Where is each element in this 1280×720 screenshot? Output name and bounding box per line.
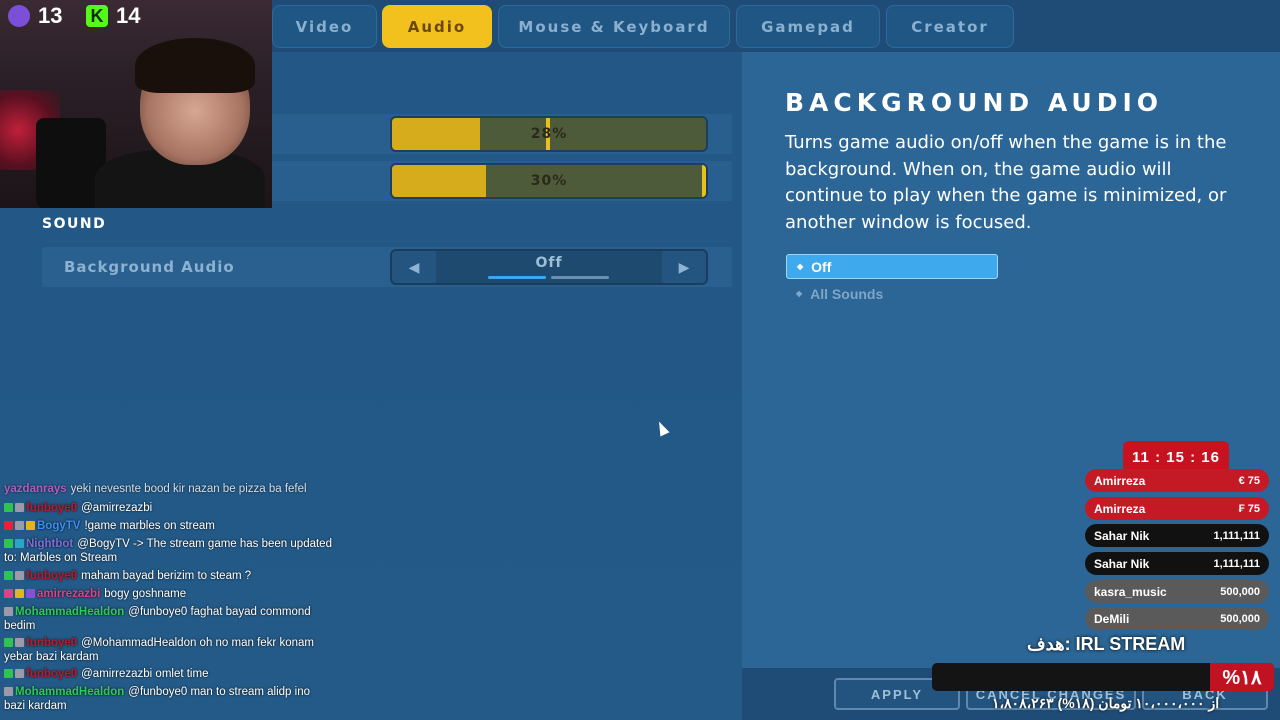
donation-item: Amirreza € 75 [1085, 469, 1269, 492]
chat-message: MohammadHealdon @funboye0 man to stream a… [4, 686, 310, 712]
donation-item: Sahar Nik 1,111,111 [1085, 552, 1269, 575]
description-title: BACKGROUND AUDIO [785, 88, 1164, 117]
diamond-bullet-icon: ◆ [797, 262, 804, 271]
background-audio-value: Off [535, 255, 563, 271]
option-off[interactable]: ◆ Off [786, 254, 998, 279]
webcam-overlay: 13 K 14 [0, 0, 272, 208]
viewer-counter: 13 [8, 3, 63, 28]
tab-creator[interactable]: Creator [886, 5, 1014, 48]
chat-message: MohammadHealdon @funboye0 faghat bayad co… [4, 606, 311, 632]
diamond-bullet-icon: ◆ [796, 289, 803, 298]
goal-label: هدف: IRL STREAM [1027, 634, 1186, 654]
donation-item: Sahar Nik 1,111,111 [1085, 524, 1269, 547]
background-audio-selector[interactable]: ◀ Off ▶ [390, 249, 708, 285]
slider-value: 30% [530, 173, 568, 189]
viewer-count: 13 [38, 3, 63, 28]
chat-message: BogyTV !game marbles on stream [4, 519, 334, 533]
section-title-sound: SOUND [42, 216, 107, 232]
background-audio-label: Background Audio [64, 258, 235, 276]
chat-overlay: yazdanrays yeki nevesnte bood kir nazan b… [0, 482, 340, 720]
goal-progress-bar: %۱۸ [932, 663, 1274, 691]
tab-gamepad[interactable]: Gamepad [736, 5, 880, 48]
kick-counter: K 14 [86, 3, 141, 28]
kick-count: 14 [116, 3, 141, 28]
tab-mouse-keyboard[interactable]: Mouse & Keyboard [498, 5, 730, 48]
option-indicator-active [488, 276, 546, 279]
streamer-hair [135, 38, 255, 93]
donation-item: kasra_music 500,000 [1085, 580, 1269, 603]
volume-slider-2[interactable]: 30% [390, 163, 708, 199]
description-body: Turns game audio on/off when the game is… [785, 132, 1227, 233]
background-audio-row[interactable]: Background Audio ◀ Off ▶ [42, 247, 732, 287]
chat-message: funboye0 @MohammadHealdon oh no man fekr … [4, 637, 314, 663]
option-indicator [551, 276, 609, 279]
tab-audio[interactable]: Audio [382, 5, 492, 48]
goal-amount-text: ۱،۸۰۸،۲۶۳ از ۱۰،۰۰۰،۰۰۰ تومان (۱۸%) [992, 695, 1220, 711]
option-label: All Sounds [810, 285, 884, 302]
triangle-right-icon[interactable]: ▶ [662, 251, 706, 283]
slider-value: 28% [530, 126, 568, 142]
chat-message: funboye0 @amirrezazbi [4, 501, 334, 515]
twitch-icon [8, 5, 30, 27]
goal-percent: %۱۸ [1210, 663, 1274, 691]
chat-message: amirrezazbi bogy goshname [4, 587, 334, 601]
option-all-sounds[interactable]: ◆ All Sounds [786, 281, 998, 306]
volume-slider-1[interactable]: 28% [390, 116, 708, 152]
donation-item: Amirreza ₣ 75 [1085, 497, 1269, 520]
chat-message: yazdanrays yeki nevesnte bood kir nazan b… [4, 483, 307, 495]
tab-video[interactable]: Video [272, 5, 377, 48]
chat-message: funboye0 maham bayad berizim to steam ? [4, 569, 334, 583]
kick-icon: K [86, 5, 108, 27]
option-label: Off [811, 258, 832, 275]
donation-item: DeMili 500,000 [1085, 607, 1269, 630]
chat-message: Nightbot @BogyTV -> The stream game has b… [4, 538, 332, 564]
chat-message: funboye0 @amirrezazbi omlet time [4, 667, 334, 681]
